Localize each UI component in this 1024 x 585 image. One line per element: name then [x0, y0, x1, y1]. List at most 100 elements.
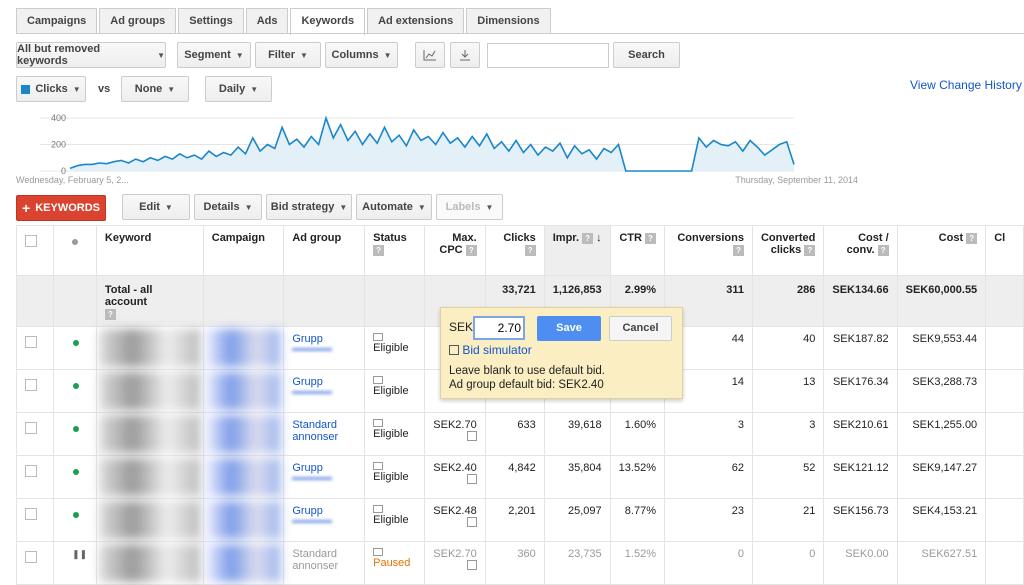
speech-bubble-icon[interactable]: [373, 505, 384, 513]
cancel-button[interactable]: Cancel: [609, 316, 672, 341]
tab-settings[interactable]: Settings: [178, 8, 244, 33]
row-checkbox[interactable]: [25, 379, 37, 391]
edit-dropdown[interactable]: Edit ▼: [122, 194, 190, 220]
select-all-checkbox[interactable]: [25, 235, 37, 247]
max-cpc-cell[interactable]: SEK2.40: [423, 455, 486, 499]
filter-dropdown[interactable]: Filter ▼: [255, 42, 321, 68]
column-header[interactable]: Max. CPC ?: [423, 225, 486, 276]
metric1-dropdown[interactable]: Clicks ▼: [16, 76, 86, 102]
max-cpc-cell[interactable]: SEK2.70: [423, 412, 486, 456]
row-checkbox[interactable]: [25, 551, 37, 563]
automate-dropdown[interactable]: Automate ▼: [356, 194, 432, 220]
line-chart-icon: [423, 50, 436, 61]
search-button[interactable]: Search: [613, 42, 680, 68]
add-keywords-button[interactable]: + KEYWORDS: [16, 195, 106, 221]
chevron-down-icon: ▼: [299, 50, 308, 60]
speech-bubble-icon[interactable]: [373, 462, 384, 470]
column-header[interactable]: Cost / conv. ?: [823, 225, 898, 276]
tab-ad-extensions[interactable]: Ad extensions: [367, 8, 465, 33]
period-dropdown[interactable]: Daily ▼: [205, 76, 272, 102]
max-cpc-value[interactable]: SEK2.40: [433, 462, 476, 474]
ad-group-link[interactable]: Grupp: [292, 505, 323, 517]
campaign-redacted: [205, 501, 282, 539]
speech-bubble-icon[interactable]: [373, 548, 384, 556]
labels-dropdown[interactable]: Labels ▼: [436, 194, 503, 220]
ad-group-link[interactable]: Grupp: [292, 462, 323, 474]
label: Automate: [362, 201, 413, 213]
column-header[interactable]: Cost ?: [896, 225, 987, 276]
enabled-status-dot[interactable]: [73, 512, 80, 518]
conv_clicks-cell: 52: [751, 455, 825, 499]
search-input[interactable]: [487, 43, 609, 68]
column-header[interactable]: Converted clicks ?: [751, 225, 825, 276]
help-icon[interactable]: ?: [373, 244, 385, 256]
row-checkbox[interactable]: [25, 336, 37, 348]
bid-strategy-dropdown[interactable]: Bid strategy ▼: [266, 194, 352, 220]
status-label: Paused: [373, 557, 411, 569]
y-tick-label: 400: [51, 113, 66, 123]
save-button[interactable]: Save: [537, 316, 601, 341]
download-button[interactable]: [450, 42, 480, 68]
max-cpc-value[interactable]: SEK2.48: [433, 505, 476, 517]
more-cell: [985, 369, 1024, 413]
column-header[interactable]: Ad group: [283, 225, 366, 276]
column-header[interactable]: Cl: [985, 225, 1024, 276]
tab-campaigns[interactable]: Campaigns: [16, 8, 98, 33]
help-icon[interactable]: ?: [582, 232, 594, 244]
ad-group-link[interactable]: Grupp: [292, 376, 323, 388]
tab-dimensions[interactable]: Dimensions: [466, 8, 551, 33]
bid-simulator-icon[interactable]: [466, 517, 477, 527]
ad-group-link[interactable]: Standard annonser: [292, 548, 338, 572]
max-cpc-cell[interactable]: SEK2.70: [423, 541, 486, 585]
column-header[interactable]: Impr. ? ↓: [543, 225, 611, 276]
bid-simulator-icon[interactable]: [466, 431, 477, 441]
enabled-status-dot[interactable]: [73, 340, 80, 346]
help-icon[interactable]: ?: [732, 244, 744, 256]
details-dropdown[interactable]: Details ▼: [194, 194, 262, 220]
chart-toggle-button[interactable]: [415, 42, 445, 68]
column-header[interactable]: Campaign: [202, 225, 285, 276]
speech-bubble-icon[interactable]: [373, 419, 384, 427]
bid-simulator-icon[interactable]: [466, 474, 477, 484]
speech-bubble-icon[interactable]: [373, 333, 384, 341]
row-checkbox[interactable]: [25, 508, 37, 520]
tab-divider: [16, 33, 1024, 34]
ad-group-link[interactable]: Grupp: [292, 333, 323, 345]
column-header[interactable]: Conversions ?: [663, 225, 753, 276]
metric2-dropdown[interactable]: None ▼: [121, 76, 189, 102]
column-header[interactable]: CTR ?: [609, 225, 665, 276]
tab-ads[interactable]: Ads: [245, 8, 289, 33]
column-header[interactable]: Keyword: [95, 225, 204, 276]
speech-bubble-icon[interactable]: [373, 376, 384, 384]
help-icon[interactable]: ?: [465, 244, 477, 256]
bid-simulator-link[interactable]: Bid simulator: [449, 343, 532, 357]
more-cell: [985, 541, 1024, 585]
enabled-status-dot[interactable]: [73, 426, 80, 432]
row-checkbox[interactable]: [25, 465, 37, 477]
column-header[interactable]: Clicks ?: [484, 225, 545, 276]
help-icon[interactable]: ?: [644, 232, 656, 244]
bid-simulator-icon[interactable]: [466, 560, 477, 570]
ad-group-link[interactable]: Standard annonser: [292, 419, 338, 443]
tab-ad-groups[interactable]: Ad groups: [99, 8, 177, 33]
max-cpc-value[interactable]: SEK2.70: [433, 419, 476, 431]
enabled-status-dot[interactable]: [73, 383, 80, 389]
columns-dropdown[interactable]: Columns ▼: [325, 42, 398, 68]
max-cpc-value[interactable]: SEK2.70: [433, 548, 476, 560]
column-header[interactable]: Status ?: [364, 225, 425, 276]
view-change-history-link[interactable]: View Change History: [910, 78, 1022, 92]
help-icon[interactable]: ?: [524, 244, 536, 256]
ctr-cell: 8.77%: [609, 498, 665, 542]
max-cpc-cell[interactable]: SEK2.48: [423, 498, 486, 542]
help-icon[interactable]: ?: [877, 244, 889, 256]
help-icon[interactable]: ?: [104, 308, 116, 320]
tab-keywords[interactable]: Keywords: [290, 8, 366, 35]
help-icon[interactable]: ?: [966, 232, 978, 244]
bid-input[interactable]: [473, 316, 525, 340]
keyword-filter-dropdown[interactable]: All but removed keywords ▼: [16, 42, 166, 68]
help-icon[interactable]: ?: [804, 244, 816, 256]
row-checkbox[interactable]: [25, 422, 37, 434]
enabled-status-dot[interactable]: [73, 469, 80, 475]
paused-icon[interactable]: ❚❚: [72, 549, 87, 559]
segment-dropdown[interactable]: Segment ▼: [177, 42, 251, 68]
